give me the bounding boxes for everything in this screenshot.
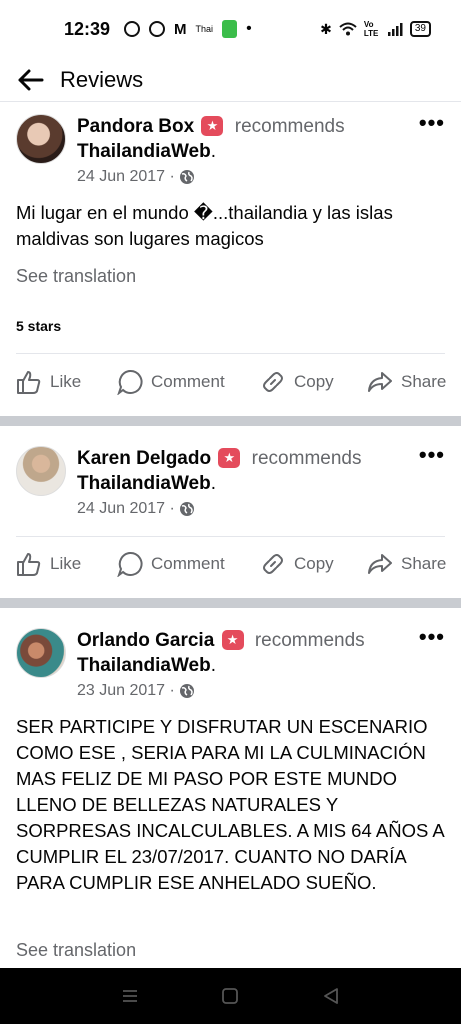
signal-icon [387,23,403,36]
recommend-badge-icon: ★ [201,116,224,136]
back-button[interactable] [0,68,60,92]
comment-label: Comment [151,372,225,391]
arrow-left-icon [18,69,44,90]
page-name[interactable]: ThailandiaWeb [77,655,211,676]
action-bar: Like Comment Copy Share [0,360,461,404]
like-label: Like [50,372,82,391]
status-bar: 12:39 M Thai • ✱ Vo LTE 39 [0,0,461,58]
recommends-label: recommends [251,448,362,469]
notification-icons: M Thai • [124,20,252,38]
link-icon [263,554,283,574]
see-translation-link[interactable]: See translation [16,266,136,287]
notification-icon [124,21,141,37]
divider [16,536,445,537]
section-separator [0,416,461,426]
thumbs-up-icon [17,553,41,576]
reviewer-name[interactable]: Orlando Garcia [77,630,214,651]
review-card: Orlando Garcia ★ recommends ThailandiaWe… [16,624,445,961]
like-label: Like [50,554,82,573]
page-title: Reviews [60,66,144,92]
divider [16,353,445,354]
home-icon[interactable] [221,987,239,1005]
comment-icon [117,369,143,395]
status-time: 12:39 [64,18,111,39]
line-app-icon [149,21,166,37]
more-options-icon[interactable]: ••• [419,110,445,136]
see-translation-link[interactable]: See translation [16,940,136,961]
comment-button[interactable]: Comment [117,369,225,395]
share-button[interactable]: Share [367,369,446,395]
copy-button[interactable]: Copy [260,369,334,395]
reviewer-name[interactable]: Pandora Box [77,116,194,137]
review-card: Pandora Box ★ recommends ThailandiaWeb. … [0,102,461,416]
system-navigation-bar [0,968,461,1024]
thumbs-up-icon [17,371,41,394]
reviewer-name[interactable]: Karen Delgado [77,448,211,469]
section-separator [0,598,461,608]
comment-button[interactable]: Comment [117,551,225,577]
review-card: Karen Delgado ★ recommends ThailandiaWeb… [0,426,461,598]
avatar[interactable] [16,628,66,678]
rating-label: 5 stars [16,318,62,334]
share-icon [368,554,392,574]
more-options-icon[interactable]: ••• [419,442,445,468]
copy-label: Copy [294,554,334,573]
avatar[interactable] [16,114,66,164]
review-date[interactable]: 24 Jun 2017 · [77,168,175,186]
copy-label: Copy [294,372,334,391]
wifi-icon [339,22,357,36]
page-name[interactable]: ThailandiaWeb [77,473,211,494]
link-icon [263,372,283,392]
gmail-icon: M [174,20,187,38]
action-bar: Like Comment Copy Share [0,542,461,586]
like-button[interactable]: Like [16,369,81,395]
share-icon [368,372,392,392]
thai-app-icon: Thai [195,24,214,34]
back-triangle-icon[interactable] [322,987,340,1005]
bluetooth-icon: ✱ [320,20,332,37]
recommend-badge-icon: ★ [221,630,244,650]
green-app-icon [222,20,238,38]
globe-icon [179,170,194,184]
globe-icon [179,684,194,698]
review-date[interactable]: 23 Jun 2017 · [77,682,175,700]
recommends-label: recommends [254,630,365,651]
review-date[interactable]: 24 Jun 2017 · [77,500,175,518]
review-text: Mi lugar en el mundo �...thailandia y la… [16,202,393,249]
copy-button[interactable]: Copy [260,551,334,577]
avatar[interactable] [16,446,66,496]
comment-icon [117,551,143,577]
like-button[interactable]: Like [16,551,81,577]
comment-label: Comment [151,554,225,573]
recommend-badge-icon: ★ [218,448,241,468]
page-name[interactable]: ThailandiaWeb [77,141,211,162]
globe-icon [179,502,194,516]
more-options-icon[interactable]: ••• [419,624,445,650]
app-bar: Reviews [0,58,461,102]
menu-icon[interactable] [121,988,139,1004]
review-text: SER PARTICIPE Y DISFRUTAR UN ESCENARIO C… [16,716,444,893]
share-button[interactable]: Share [367,551,446,577]
system-status-icons: ✱ Vo LTE 39 [320,20,431,38]
battery-icon: 39 [409,21,431,37]
more-notifications-dot-icon: • [246,20,252,37]
share-label: Share [401,372,447,391]
volte-label: Vo LTE [363,20,379,38]
share-label: Share [401,554,447,573]
recommends-label: recommends [234,116,345,137]
